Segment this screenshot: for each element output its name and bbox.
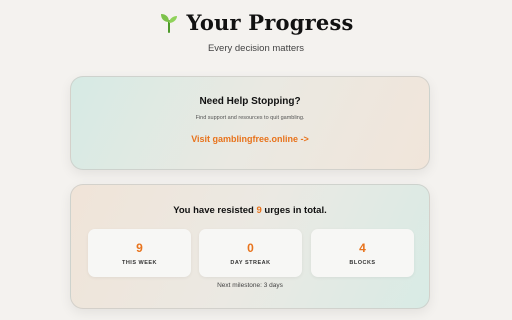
stat-value: 0 — [247, 241, 254, 255]
stat-label: DAY STREAK — [230, 260, 271, 266]
resisted-suffix: urges in total. — [261, 205, 327, 216]
help-title: Need Help Stopping? — [199, 96, 301, 107]
stat-day-streak: 0 DAY STREAK — [199, 229, 302, 277]
stat-label: THIS WEEK — [121, 260, 158, 266]
resisted-summary: You have resisted 9 urges in total. — [71, 205, 429, 216]
next-milestone: Next milestone: 3 days — [217, 282, 283, 289]
progress-card: You have resisted 9 urges in total. 9 TH… — [70, 184, 430, 309]
resisted-prefix: You have resisted — [173, 205, 257, 216]
stat-value: 4 — [359, 241, 366, 255]
help-description: Find support and resources to quit gambl… — [195, 115, 305, 121]
stat-label: BLOCKS — [349, 260, 376, 266]
sprout-icon — [158, 11, 180, 33]
help-resource-link[interactable]: Visit gamblingfree.online -> — [191, 134, 309, 144]
stat-this-week: 9 THIS WEEK — [88, 229, 191, 277]
page-title: Your Progress — [186, 9, 354, 35]
stat-blocks: 4 BLOCKS — [311, 229, 414, 277]
stat-value: 9 — [136, 241, 143, 255]
page-header: Your Progress Every decision matters — [0, 9, 512, 54]
progress-page: Your Progress Every decision matters Nee… — [0, 0, 512, 320]
title-row: Your Progress — [0, 9, 512, 35]
page-subtitle: Every decision matters — [207, 43, 305, 54]
help-card: Need Help Stopping? Find support and res… — [70, 76, 430, 170]
